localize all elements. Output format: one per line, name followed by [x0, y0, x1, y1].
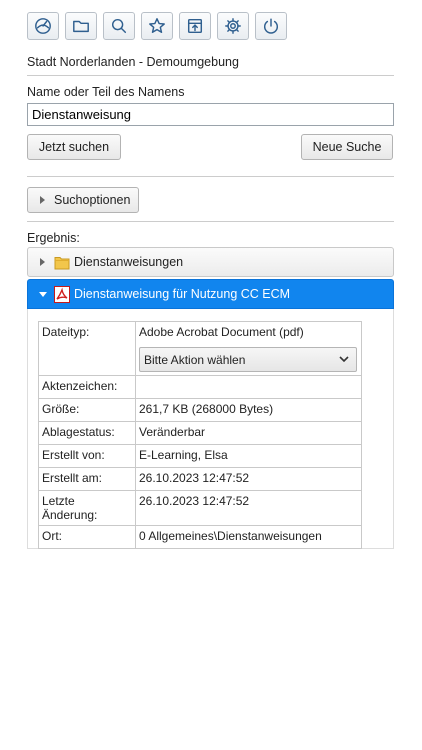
chevron-down-icon	[339, 356, 349, 363]
property-key: Erstellt von:	[38, 444, 136, 468]
action-select-value: Bitte Aktion wählen	[144, 352, 246, 367]
divider	[27, 221, 394, 222]
divider	[27, 176, 394, 177]
table-row: Letzte Änderung: 26.10.2023 12:47:52	[38, 490, 362, 526]
table-row: Ort: 0 Allgemeines\Dienstanweisungen	[38, 525, 362, 549]
details-panel: Dateityp: Adobe Acrobat Document (pdf) B…	[27, 309, 394, 549]
export-icon	[187, 18, 203, 34]
search-input[interactable]	[27, 103, 394, 126]
search-button[interactable]	[103, 12, 135, 40]
pdf-icon	[54, 285, 70, 303]
property-value: 261,7 KB (268000 Bytes)	[135, 398, 362, 422]
folder-icon	[73, 20, 89, 33]
property-value: E-Learning, Elsa	[135, 444, 362, 468]
gear-icon	[225, 18, 241, 34]
caret-right-icon	[40, 196, 45, 204]
result-item-label: Dienstanweisungen	[74, 255, 184, 269]
table-row: Erstellt von: E-Learning, Elsa	[38, 444, 362, 468]
property-value: Adobe Acrobat Document (pdf) Bitte Aktio…	[135, 321, 362, 376]
filetype-value: Adobe Acrobat Document (pdf)	[139, 325, 304, 339]
dashboard-icon	[35, 18, 51, 34]
action-select[interactable]: Bitte Aktion wählen	[139, 347, 357, 372]
property-value	[135, 375, 362, 399]
toolbar	[27, 12, 287, 40]
power-icon	[263, 18, 279, 34]
property-value: 26.10.2023 12:47:52	[135, 490, 362, 526]
table-row: Dateityp: Adobe Acrobat Document (pdf) B…	[38, 321, 362, 376]
export-button[interactable]	[179, 12, 211, 40]
property-key: Aktenzeichen:	[38, 375, 136, 399]
property-key: Ablagestatus:	[38, 421, 136, 445]
caret-down-icon	[39, 291, 47, 297]
search-options-toggle[interactable]: Suchoptionen	[27, 187, 139, 213]
result-item-folder[interactable]: Dienstanweisungen	[27, 247, 394, 277]
property-value: 26.10.2023 12:47:52	[135, 467, 362, 491]
property-key: Letzte Änderung:	[38, 490, 136, 526]
organization-title: Stadt Norderlanden - Demoumgebung	[27, 55, 239, 69]
table-row: Aktenzeichen:	[38, 375, 362, 399]
property-value: 0 Allgemeines\Dienstanweisungen	[135, 525, 362, 549]
table-row: Größe: 261,7 KB (268000 Bytes)	[38, 398, 362, 422]
search-options-label: Suchoptionen	[54, 193, 131, 207]
results-label: Ergebnis:	[27, 231, 80, 245]
table-row: Erstellt am: 26.10.2023 12:47:52	[38, 467, 362, 491]
settings-button[interactable]	[217, 12, 249, 40]
search-now-button[interactable]: Jetzt suchen	[27, 134, 121, 160]
property-key: Größe:	[38, 398, 136, 422]
property-key: Erstellt am:	[38, 467, 136, 491]
folder-icon	[54, 255, 70, 270]
result-item-pdf[interactable]: Dienstanweisung für Nutzung CC ECM	[27, 279, 394, 309]
favorites-button[interactable]	[141, 12, 173, 40]
dashboard-button[interactable]	[27, 12, 59, 40]
properties-table: Dateityp: Adobe Acrobat Document (pdf) B…	[38, 321, 362, 549]
property-key: Ort:	[38, 525, 136, 549]
folder-button[interactable]	[65, 12, 97, 40]
result-item-label: Dienstanweisung für Nutzung CC ECM	[74, 287, 291, 301]
property-key: Dateityp:	[38, 321, 136, 376]
new-search-button[interactable]: Neue Suche	[301, 134, 393, 160]
star-icon	[149, 18, 165, 34]
search-icon	[111, 18, 127, 34]
caret-right-icon	[40, 258, 45, 266]
property-value: Veränderbar	[135, 421, 362, 445]
table-row: Ablagestatus: Veränderbar	[38, 421, 362, 445]
logout-button[interactable]	[255, 12, 287, 40]
name-label: Name oder Teil des Namens	[27, 85, 185, 99]
divider	[27, 75, 394, 76]
